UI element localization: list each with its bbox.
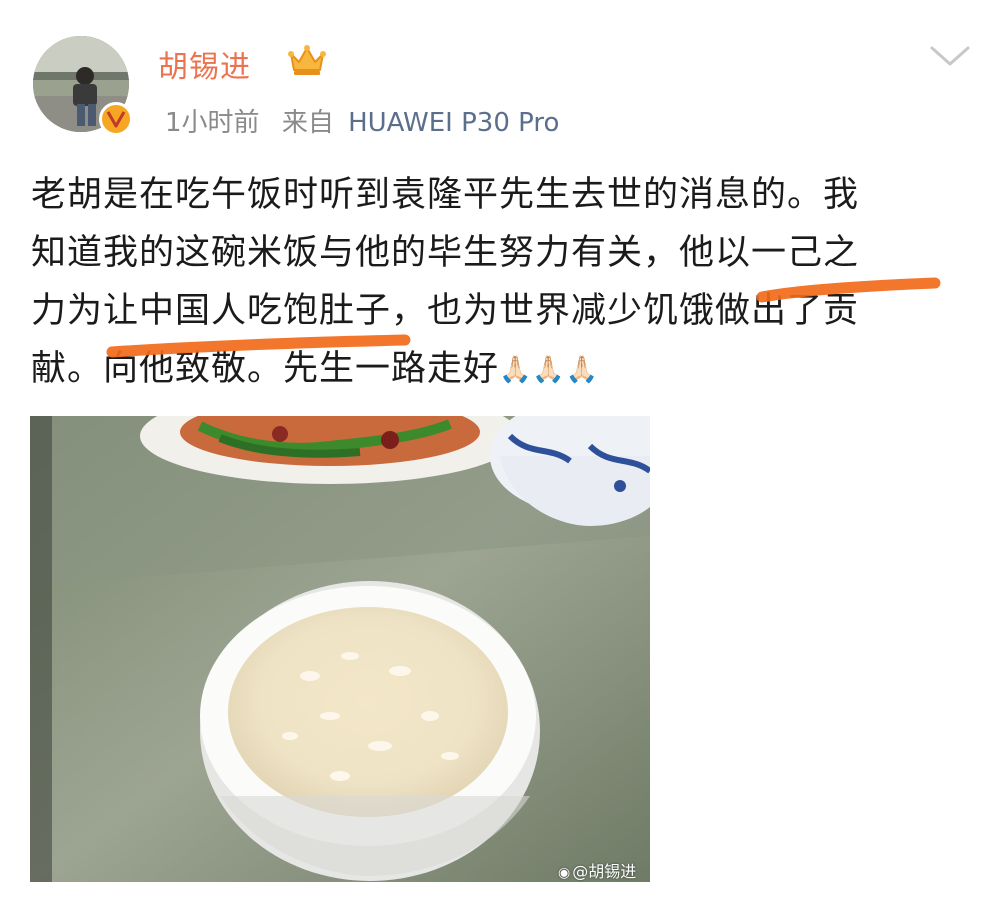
- source-prefix: 来自: [281, 108, 334, 138]
- author-name[interactable]: 胡锡进: [158, 42, 251, 86]
- chevron-down-icon[interactable]: [928, 42, 972, 70]
- post-source[interactable]: HUAWEI P30 Pro: [348, 108, 559, 138]
- post-meta: 1小时前 来自 HUAWEI P30 Pro: [165, 102, 559, 139]
- pray-emoji: 🙏🏻🙏🏻🙏🏻: [499, 355, 600, 385]
- post-text-line: 知道我的这碗米饭与他的毕生努力有关，他以一己之: [31, 233, 860, 273]
- post-photo[interactable]: [30, 416, 650, 882]
- post-text: 老胡是在吃午饭时听到袁隆平先生去世的消息的。我 知道我的这碗米饭与他的毕生努力有…: [31, 166, 966, 399]
- weibo-icon: ◉: [558, 865, 571, 881]
- post-text-line: 献。向他致敬。先生一路走好: [31, 349, 500, 389]
- photo-watermark: ◉ @胡锡进: [558, 862, 637, 881]
- crown-icon: [287, 42, 327, 78]
- post-text-line: 力为让中国人吃饱肚子，也为世界减少饥饿做出了贡: [31, 291, 860, 331]
- post-text-line: 老胡是在吃午饭时听到袁隆平先生去世的消息的。我: [31, 175, 860, 215]
- post-time: 1小时前: [165, 108, 260, 138]
- verified-icon: [99, 102, 133, 136]
